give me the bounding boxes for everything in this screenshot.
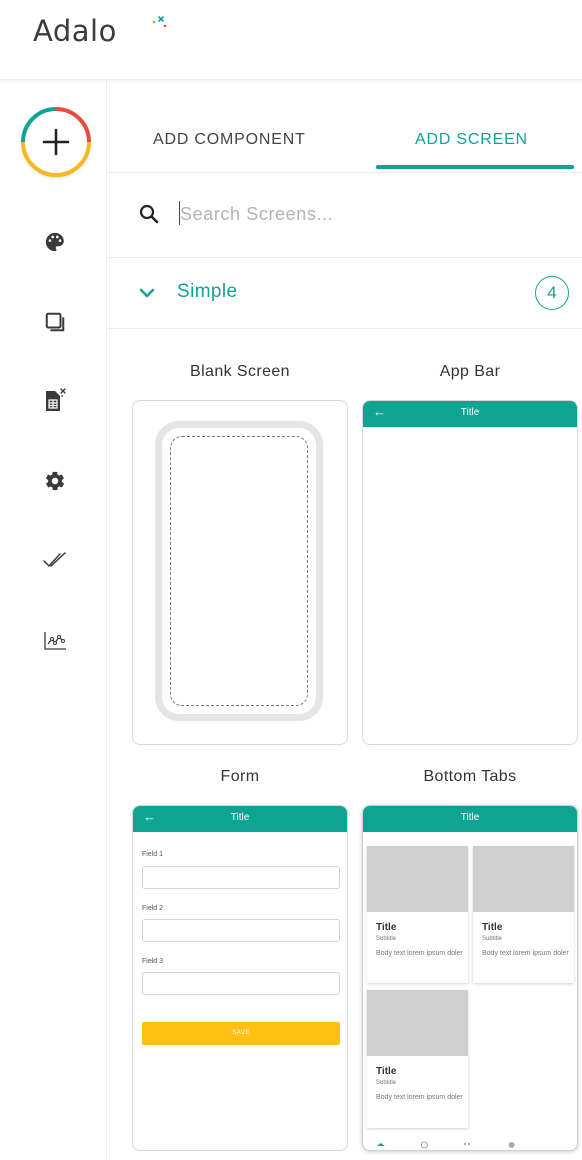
tile-card: Title Subtitle Body text lorem ipsum dol… xyxy=(367,846,468,983)
tab-add-screen[interactable]: ADD SCREEN xyxy=(415,131,528,149)
tab-bar: ADD COMPONENT ADD SCREEN xyxy=(108,81,582,173)
left-rail xyxy=(0,81,107,1160)
screens-icon[interactable] xyxy=(38,305,72,339)
search-icon xyxy=(139,204,159,224)
field-2-input xyxy=(142,919,340,942)
bottom-tabs-app-bar-title: Title xyxy=(460,812,480,823)
main-panel: ADD COMPONENT ADD SCREEN Simple 4 Blank … xyxy=(108,81,582,1160)
tile-subtitle: Subtitle xyxy=(376,936,397,942)
add-button[interactable] xyxy=(19,105,93,179)
tile-subtitle: Subtitle xyxy=(376,1080,397,1086)
palette-icon[interactable] xyxy=(38,225,72,259)
grid-icon xyxy=(464,1143,467,1145)
section-title: Simple xyxy=(177,281,238,302)
add-plus-icon xyxy=(21,107,91,177)
chevron-down-icon xyxy=(139,288,155,298)
card-label-app-bar: App Bar xyxy=(439,363,501,380)
section-simple-header[interactable]: Simple 4 xyxy=(108,259,582,329)
tile-card: Title Subtitle Body text lorem ipsum dol… xyxy=(473,846,574,983)
search-bar xyxy=(108,174,582,258)
tile-title: Title xyxy=(482,922,503,933)
form-card[interactable]: ← Title Field 1 Field 2 Field 3 SAVE xyxy=(132,805,348,1151)
tile-body: Body text lorem ipsum doler xyxy=(376,1094,463,1101)
card-label-bottom-tabs: Bottom Tabs xyxy=(423,768,517,785)
blank-screen-card[interactable] xyxy=(132,400,348,745)
field-1-label: Field 1 xyxy=(142,851,164,858)
tile-image xyxy=(473,846,574,912)
field-3-input xyxy=(142,972,340,995)
count-badge: 4 xyxy=(535,276,569,310)
gear-icon[interactable] xyxy=(38,464,72,498)
phone-frame xyxy=(155,421,323,721)
logo-text: Adalo xyxy=(33,14,117,48)
tile-image xyxy=(367,990,468,1056)
bottom-tab-bar xyxy=(376,1141,515,1149)
field-2-label: Field 2 xyxy=(142,905,164,912)
form-app-bar-title: Title xyxy=(230,812,250,823)
tile-card: Title Subtitle Body text lorem ipsum dol… xyxy=(367,990,468,1128)
sparkle-icon xyxy=(152,16,167,28)
tile-title: Title xyxy=(376,1066,397,1077)
adalo-logo[interactable]: Adalo xyxy=(33,14,167,54)
tile-title: Title xyxy=(376,922,397,933)
analytics-icon[interactable] xyxy=(38,624,72,658)
bottom-tabs-app-bar: Title xyxy=(363,806,577,832)
app-root: Adalo ADD COMPONENT ADD SCREEN Search Sc… xyxy=(0,0,582,1160)
field-3-label: Field 3 xyxy=(142,958,164,965)
tile-image xyxy=(367,846,468,912)
form-app-bar: ← Title xyxy=(133,806,347,832)
card-label-blank: Blank Screen xyxy=(190,363,290,380)
tile-body: Body text lorem ipsum doler xyxy=(482,950,569,957)
tile-subtitle: Subtitle xyxy=(482,936,503,942)
active-tab-indicator xyxy=(376,165,574,169)
save-button-preview: SAVE xyxy=(142,1022,340,1045)
header: Adalo xyxy=(0,0,582,80)
tab-add-component[interactable]: ADD COMPONENT xyxy=(153,131,306,149)
bottom-tabs-card[interactable]: Title Title Subtitle Body text lorem ips… xyxy=(362,805,578,1151)
app-bar-card[interactable]: ← Title xyxy=(362,400,578,745)
profile-icon xyxy=(508,1142,515,1148)
search-icon xyxy=(420,1141,428,1149)
dashed-placeholder xyxy=(170,436,308,706)
app-bar-preview: ← Title xyxy=(363,401,577,427)
search-input[interactable] xyxy=(180,198,560,230)
publish-check-icon[interactable] xyxy=(38,544,72,578)
tile-body: Body text lorem ipsum doler xyxy=(376,950,463,957)
card-label-form: Form xyxy=(220,768,260,785)
app-bar-title: Title xyxy=(460,407,480,418)
database-icon[interactable] xyxy=(38,384,72,418)
field-1-input xyxy=(142,866,340,889)
home-icon xyxy=(376,1143,385,1146)
